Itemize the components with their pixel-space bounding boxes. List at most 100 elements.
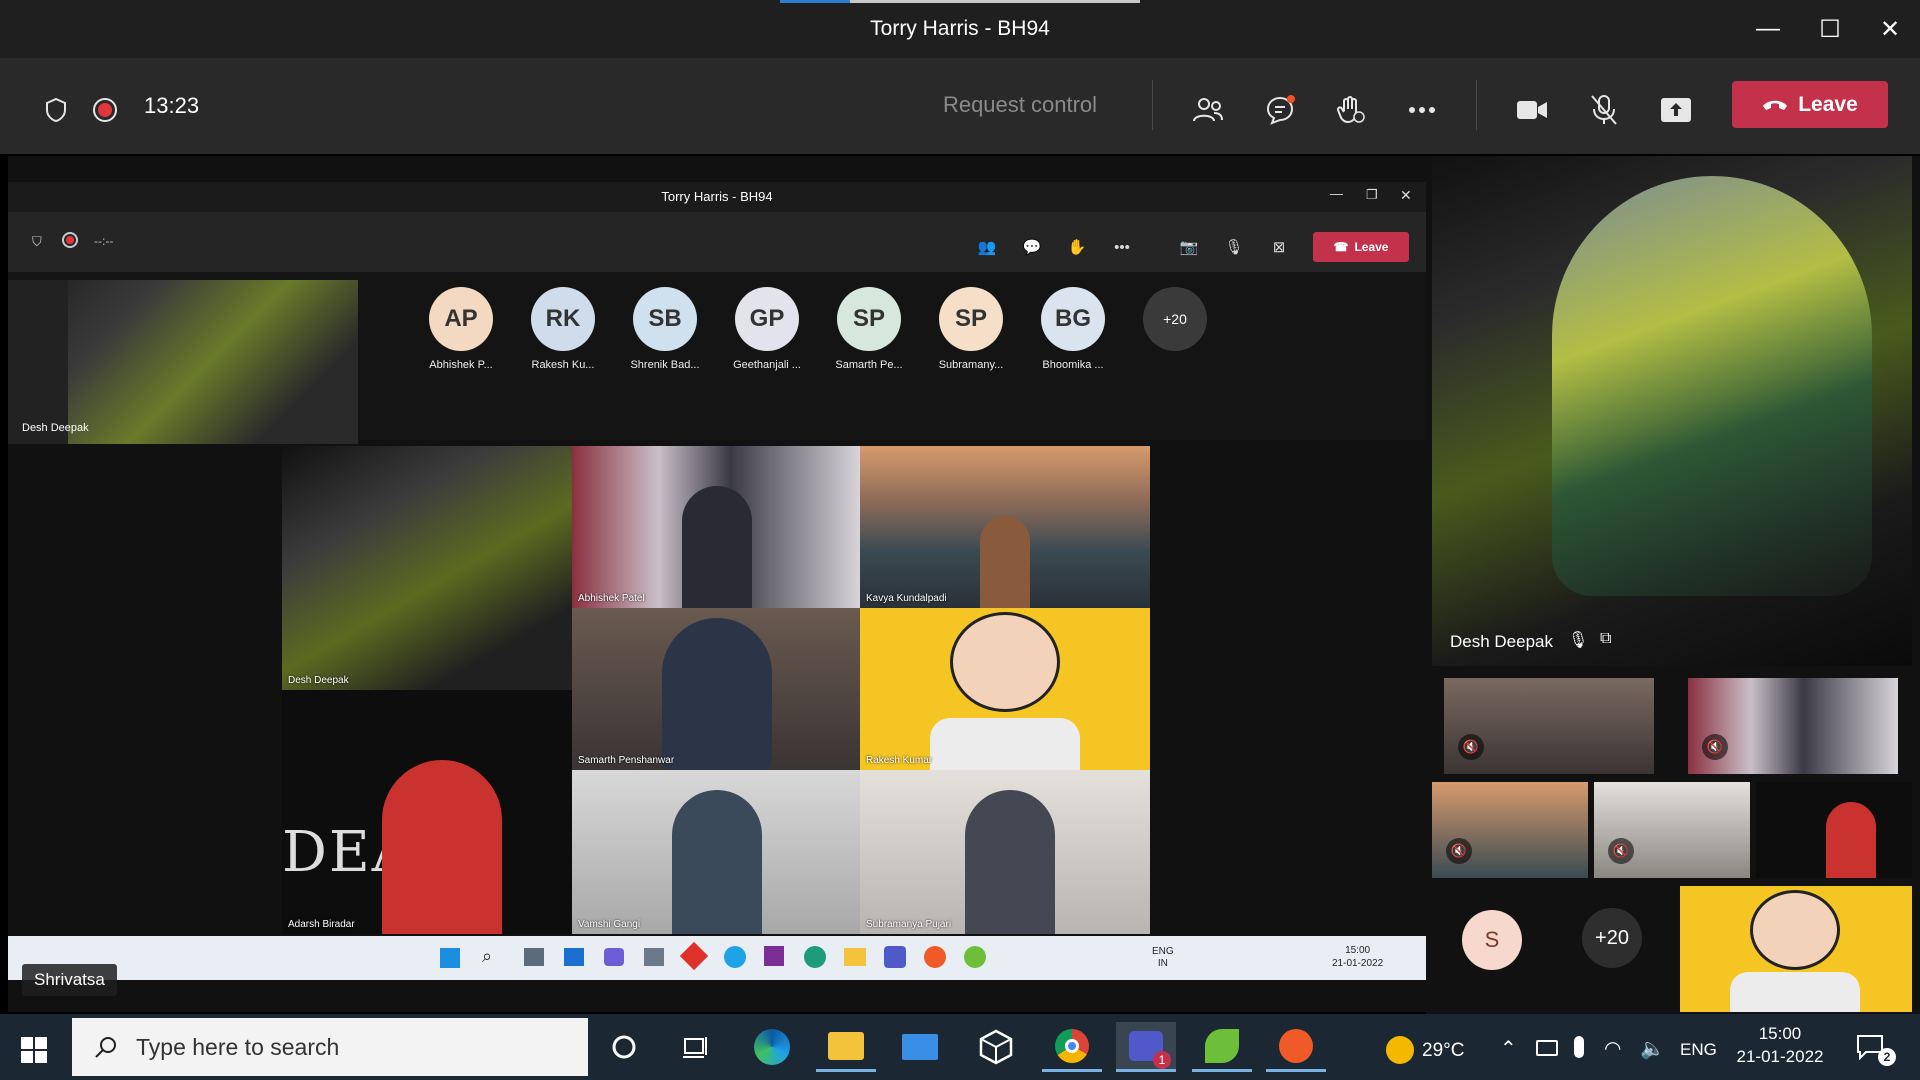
tile-label: Abhishek Patel [578,593,645,604]
mini-video-label: Desh Deepak [22,422,89,434]
tile-label: Vamshi Gangi [578,919,641,930]
gallery-tile: Rakesh Kumar [860,608,1150,770]
leave-button[interactable]: Leave [1732,81,1888,128]
tray-chevron-icon[interactable]: ⌃ [1500,1036,1517,1061]
inner-spring-icon [964,946,986,968]
more-options-icon[interactable] [1400,88,1444,132]
notification-count: 2 [1878,1048,1896,1066]
inner-chat-icon: 💬 [1022,239,1042,256]
language-indicator[interactable]: ENG [1680,1040,1717,1060]
participant-video-thumb[interactable]: 🔇 [1688,678,1898,774]
wifi-icon[interactable]: ◠ [1604,1036,1621,1061]
title-progress-fill [780,0,850,3]
inner-folder-icon [844,948,866,966]
teams-app[interactable]: 1 [1116,1022,1176,1072]
shared-screen: Torry Harris - BH94 — ❐ ✕ ⛉ --:-- 👥 💬 ✋ … [8,156,1426,1012]
inner-hangup-icon: ☎ [1333,240,1349,254]
inner-start-icon [440,948,460,968]
inner-language-indicator: ENG IN [1152,946,1174,970]
gallery-tile: Desh Deepak [282,446,572,690]
participant-video-thumb[interactable]: 🔇 [1594,782,1750,878]
person-shirt [930,718,1080,770]
camera-icon[interactable] [1510,88,1554,132]
inner-minimize-icon: — [1330,186,1343,201]
tile-label: Subramanya Pujari [866,919,952,930]
mail-icon [902,1034,938,1060]
close-button[interactable]: ✕ [1866,10,1914,48]
chat-icon[interactable] [1258,88,1302,132]
share-screen-icon[interactable] [1654,88,1698,132]
person-silhouette [672,790,762,934]
teams-badge: 1 [1153,1050,1171,1069]
participant-name: Subramany... [938,359,1004,371]
request-control-button[interactable]: Request control [920,92,1120,118]
participant-avatar: SB [633,287,697,351]
minimize-icon: — [1756,15,1780,42]
participant-avatar: AP [429,287,493,351]
spring-leaf-icon [1205,1028,1239,1063]
inner-leave-label: Leave [1354,240,1389,254]
main-speaker-video[interactable] [1432,156,1912,666]
participant-name: Shrenik Bad... [630,359,700,371]
tile-label: Desh Deepak [288,675,349,686]
file-explorer-app[interactable] [816,1022,876,1072]
cortana-button[interactable] [594,1022,654,1072]
weather-sun-icon[interactable] [1386,1036,1414,1064]
gallery-tile: Samarth Penshanwar [572,608,860,770]
shield-icon[interactable] [34,88,78,132]
mail-app[interactable] [890,1022,950,1072]
mic-off-icon[interactable] [1582,88,1626,132]
inner-window-title: Torry Harris - BH94 [661,189,773,204]
person-shirt [1730,972,1860,1012]
participant-video-thumb[interactable] [1756,782,1912,878]
chrome-app[interactable] [1042,1022,1102,1072]
task-view-button[interactable] [666,1022,726,1072]
battery-icon[interactable] [1536,1040,1558,1056]
inner-browser-icon [724,946,746,968]
inner-stop-share-icon: ⊠ [1272,239,1286,256]
mic-off-icon: 🔇 [1702,734,1728,760]
inner-title-bar: Torry Harris - BH94 — ❐ ✕ [8,182,1426,212]
participant-name: Rakesh Ku... [531,359,595,371]
postman-app[interactable] [1266,1022,1326,1072]
inner-edge-icon [804,946,826,968]
tile-label: Samarth Penshanwar [578,755,675,766]
inner-timer: --:-- [94,234,114,248]
participant-video-thumb[interactable] [1680,886,1912,1012]
people-icon[interactable] [1186,88,1230,132]
mic-off-icon: 🔇 [1458,734,1484,760]
raise-hand-icon[interactable] [1328,88,1372,132]
microphone-icon[interactable] [1574,1036,1584,1058]
screen-share-icon: ⧉ [1600,630,1612,647]
participant-video-thumb[interactable]: 🔇 [1444,678,1654,774]
inner-onenote-icon [764,946,784,966]
inner-postman-icon [924,946,946,968]
minimize-button[interactable]: — [1744,10,1792,48]
self-avatar[interactable]: S [1462,910,1522,970]
search-placeholder: Type here to search [136,1033,340,1060]
dev-tool-app[interactable] [966,1022,1026,1072]
inner-leave-button: ☎ Leave [1313,232,1409,262]
person-silhouette [980,516,1030,608]
maximize-button[interactable]: ☐ [1806,10,1854,48]
taskbar-clock[interactable]: 15:00 21-01-2022 [1730,1022,1830,1068]
inner-app-icon [679,941,709,971]
main-speaker-name: Desh Deepak [1450,632,1554,651]
taskbar-search-box[interactable]: Type here to search [72,1018,588,1076]
participant-video-thumb[interactable]: 🔇 [1432,782,1588,878]
volume-icon[interactable]: 🔈 [1640,1036,1665,1061]
window-title: Torry Harris - BH94 [870,17,1050,40]
inner-taskbar: ⌕ ENG IN 15:00 21-01-2022 [8,936,1426,980]
windows-icon [21,1037,47,1063]
start-button[interactable] [14,1030,54,1070]
spring-tool-app[interactable] [1192,1022,1252,1072]
inner-lang-top: ENG [1152,946,1174,957]
teams-icon: 1 [1129,1030,1171,1069]
participant-name: Geethanjali ... [733,359,801,371]
notifications-button[interactable]: 2 [1856,1034,1896,1066]
more-participants-button[interactable]: +20 [1582,908,1642,968]
weather-temp[interactable]: 29°C [1422,1040,1464,1062]
toolbar-divider [1476,80,1477,130]
cortana-icon [612,1035,636,1059]
edge-app[interactable] [742,1022,802,1072]
